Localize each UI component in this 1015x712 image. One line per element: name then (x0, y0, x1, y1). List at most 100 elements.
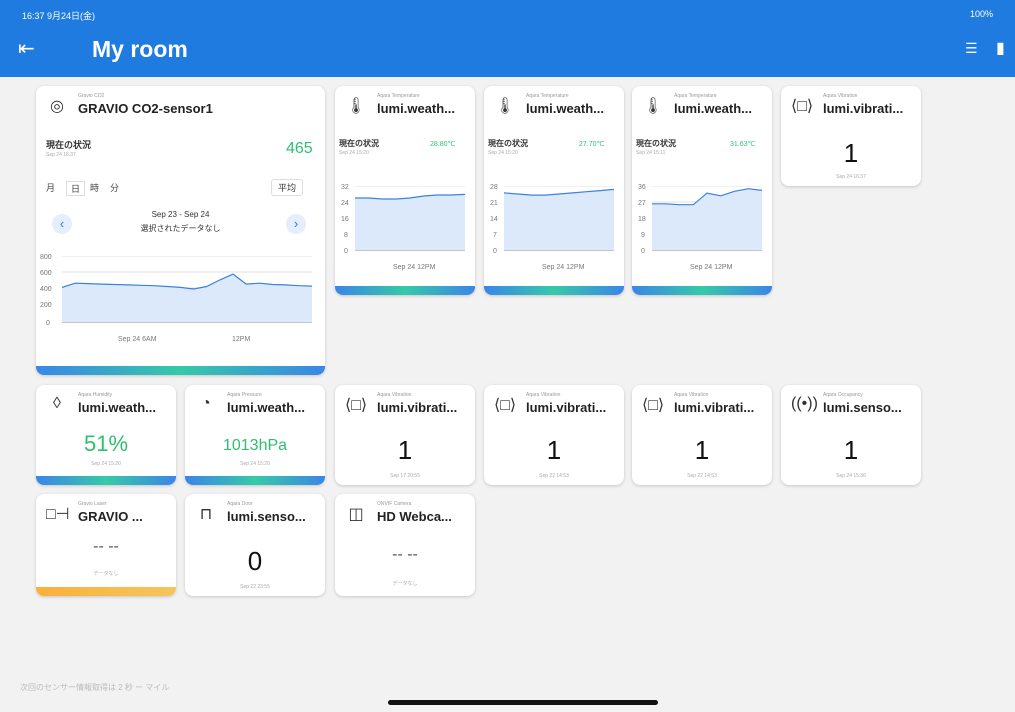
device-type: Gravio CO2 (78, 93, 105, 99)
menu-icon[interactable]: ▮ (996, 38, 1005, 58)
co2-icon: ◎ (50, 98, 64, 115)
device-name: lumi.vibrati... (674, 400, 755, 415)
temp-area (652, 188, 762, 250)
no-data-label: 選択されたデータなし (140, 224, 221, 233)
thermometer-icon: 🌡 (642, 98, 664, 115)
device-type: Aqara Door (227, 501, 253, 507)
co2-chart (62, 256, 312, 323)
timestamp: Sep 24 16:37 (836, 174, 866, 180)
temp-chart (652, 186, 762, 251)
vibration-card[interactable]: ⟨□⟩ Aqara Vibration lumi.vibrati... 1 Se… (632, 385, 772, 485)
color-bar (36, 587, 176, 596)
temp-card-1[interactable]: 🌡 Aqara Temperature lumi.weath... 現在の状況 … (335, 86, 475, 295)
state-label: 現在の状況 (636, 139, 676, 148)
status-time: 16:37 9月24日(金) (22, 11, 96, 21)
temp-area (355, 194, 465, 250)
y-tick: 600 (40, 270, 52, 277)
device-name: lumi.weath... (674, 101, 753, 116)
occupancy-icon: ((•)) (791, 395, 818, 412)
device-name: lumi.vibrati... (377, 400, 458, 415)
device-name: lumi.weath... (377, 101, 456, 116)
temp-value: 31.63℃ (730, 141, 756, 148)
temp-value: 28.80℃ (430, 141, 456, 148)
device-name: lumi.weath... (78, 400, 157, 415)
page-title: My room (92, 36, 188, 62)
color-bar (632, 286, 772, 295)
laser-card[interactable]: □⊣ Gravio Laser GRAVIO ... -- -- データなし (36, 494, 176, 596)
seg-month[interactable]: 月 (46, 181, 55, 194)
y-tick: 8 (344, 232, 348, 239)
door-card[interactable]: ⊓ Aqara Door lumi.senso... 0 Sep 22 23:5… (185, 494, 325, 596)
y-tick: 21 (490, 200, 498, 207)
y-tick: 0 (46, 320, 50, 327)
y-tick: 28 (490, 184, 498, 191)
device-name: lumi.vibrati... (526, 400, 607, 415)
gauge-icon: ◔ (201, 395, 211, 412)
seg-minute[interactable]: 分 (110, 181, 119, 194)
list-icon[interactable]: ☰ (965, 40, 978, 57)
vibration-card[interactable]: ⟨□⟩ Aqara Vibration lumi.vibrati... 1 Se… (781, 86, 921, 186)
y-tick: 0 (641, 248, 645, 255)
device-name: HD Webca... (377, 509, 452, 524)
occupancy-card[interactable]: ((•)) Aqara Occupancy lumi.senso... 1 Se… (781, 385, 921, 485)
device-type: Aqara Temperature (526, 93, 569, 99)
device-type: Aqara Vibration (526, 392, 561, 398)
y-tick: 24 (341, 200, 349, 207)
y-tick: 18 (638, 216, 646, 223)
no-data-label: データなし (392, 581, 418, 587)
color-bar (36, 476, 176, 485)
vibration-icon: ⟨□⟩ (642, 397, 665, 414)
vibration-value: 1 (546, 435, 562, 465)
x-tick: Sep 24 12PM (542, 264, 585, 271)
y-tick: 32 (341, 184, 349, 191)
seg-hour[interactable]: 時 (90, 181, 99, 194)
x-tick: Sep 24 12PM (690, 264, 733, 271)
date-range: Sep 23 - Sep 24 (151, 210, 210, 219)
device-name: lumi.senso... (227, 509, 306, 524)
y-tick: 800 (40, 254, 52, 261)
average-button[interactable]: 平均 (271, 179, 304, 196)
droplet-icon: ◊ (53, 395, 61, 412)
temp-area (504, 189, 614, 250)
device-type: ONVIF Camera (377, 501, 412, 507)
y-tick: 0 (344, 248, 348, 255)
timestamp: Sep 24 15:20 (240, 461, 270, 467)
device-type: Aqara Vibration (823, 93, 858, 99)
seg-day[interactable]: 日 (66, 181, 86, 196)
footer-status: 次回のセンサー情報取得は 2 秒 ー マイル (20, 683, 170, 692)
thermometer-icon: 🌡 (494, 98, 516, 115)
timestamp: Sep 22 14:53 (539, 473, 569, 479)
home-indicator[interactable] (388, 700, 658, 705)
device-type: Aqara Temperature (377, 93, 420, 99)
temp-value: 27.70℃ (579, 141, 605, 148)
humidity-card[interactable]: ◊ Aqara Humidity lumi.weath... 51% Sep 2… (36, 385, 176, 485)
device-name: GRAVIO CO2-sensor1 (78, 101, 213, 116)
device-type: Aqara Pressure (227, 392, 262, 398)
co2-value: 465 (286, 140, 313, 157)
occupancy-value: 1 (843, 435, 859, 465)
pressure-value: 1013hPa (222, 437, 288, 454)
camera-value: -- -- (392, 546, 418, 563)
temp-chart (355, 186, 465, 251)
laser-value: -- -- (93, 538, 119, 555)
camera-card[interactable]: ◫ ONVIF Camera HD Webca... -- -- データなし (335, 494, 475, 596)
color-bar (36, 366, 325, 375)
temp-card-3[interactable]: 🌡 Aqara Temperature lumi.weath... 現在の状況 … (632, 86, 772, 295)
x-tick: 12PM (232, 336, 251, 343)
y-tick: 16 (341, 216, 349, 223)
state-date: Sep 24 15:11 (636, 150, 666, 156)
state-date: Sep 24 15:20 (339, 150, 369, 156)
temp-card-2[interactable]: 🌡 Aqara Temperature lumi.weath... 現在の状況 … (484, 86, 624, 295)
temp-chart (504, 186, 614, 251)
pressure-card[interactable]: ◔ Aqara Pressure lumi.weath... 1013hPa S… (185, 385, 325, 485)
top-bar: ⇤ My room ☰ ▮ (0, 24, 1015, 77)
state-label: 現在の状況 (339, 139, 379, 148)
back-icon[interactable]: ⇤ (18, 36, 35, 61)
co2-card[interactable]: ◎ Gravio CO2 GRAVIO CO2-sensor1 現在の状況 Se… (36, 86, 325, 375)
vibration-card[interactable]: ⟨□⟩ Aqara Vibration lumi.vibrati... 1 Se… (335, 385, 475, 485)
vibration-card[interactable]: ⟨□⟩ Aqara Vibration lumi.vibrati... 1 Se… (484, 385, 624, 485)
door-value: 0 (247, 546, 263, 576)
y-tick: 400 (40, 286, 52, 293)
color-bar (484, 286, 624, 295)
state-label: 現在の状況 (488, 139, 528, 148)
